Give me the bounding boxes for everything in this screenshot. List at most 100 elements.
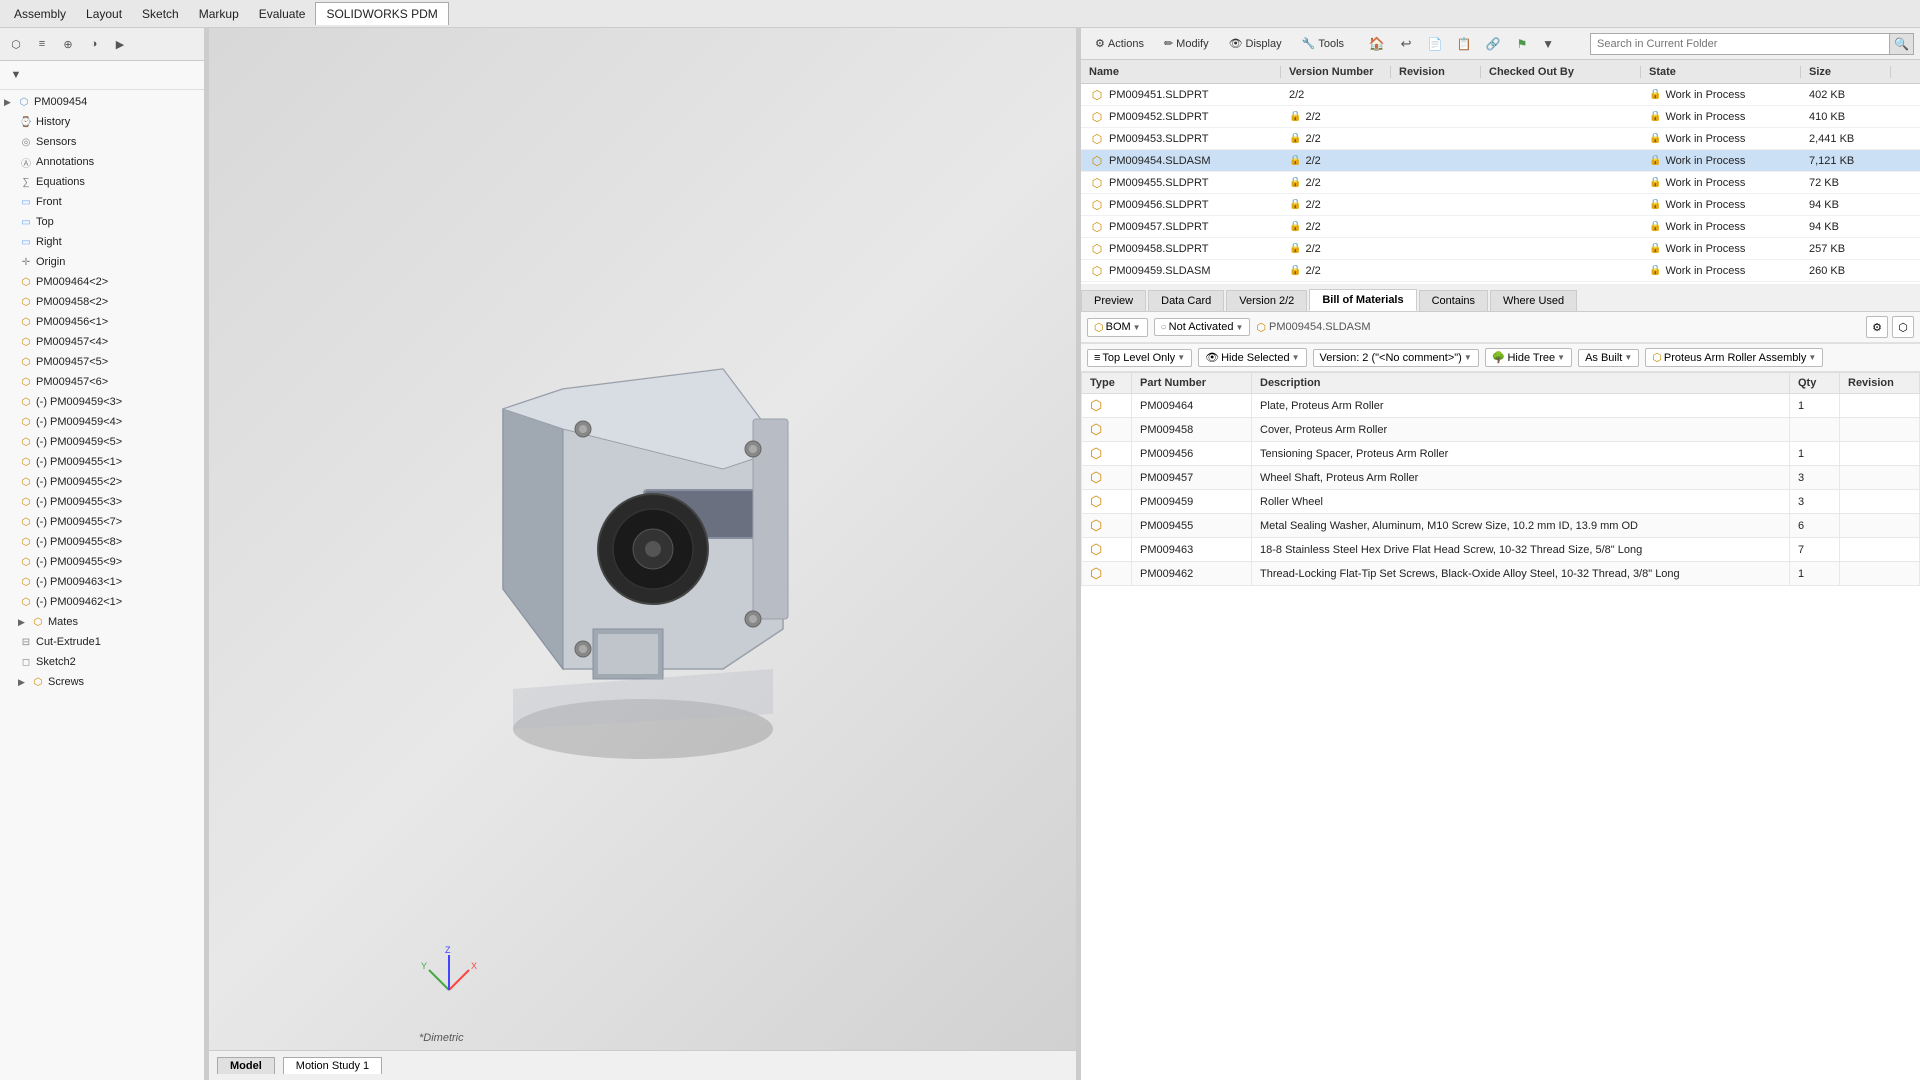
tab-preview[interactable]: Preview — [1081, 290, 1146, 311]
tree-item-screws[interactable]: ▶ ⬡ Screws — [2, 672, 202, 692]
tree-item-pm009456[interactable]: ⬡ PM009456<1> — [2, 312, 202, 332]
panel-icon-view[interactable]: ⬡ — [4, 32, 28, 56]
tree-root[interactable]: ▶ ⬡ PM009454 — [2, 92, 202, 112]
panel-icon-color[interactable]: ◑ — [82, 32, 106, 56]
pdm-tools-btn[interactable]: 🔧 Tools — [1294, 35, 1352, 52]
menu-solidworks-pdm[interactable]: SOLIDWORKS PDM — [315, 2, 448, 25]
menu-sketch[interactable]: Sketch — [132, 3, 189, 25]
bom-qty-2: 1 — [1790, 442, 1840, 466]
tree-item-annotations[interactable]: Ⓐ Annotations — [2, 152, 202, 172]
pdm-back-icon[interactable]: ↩ — [1393, 31, 1419, 57]
tree-item-pm009455-8[interactable]: ⬡ (-) PM009455<8> — [2, 532, 202, 552]
tree-item-origin[interactable]: ✛ Origin — [2, 252, 202, 272]
tree-item-pm009459-3[interactable]: ⬡ (-) PM009459<3> — [2, 392, 202, 412]
tree-item-pm009459-4[interactable]: ⬡ (-) PM009459<4> — [2, 412, 202, 432]
bom-dropdown-btn[interactable]: ⬡ BOM ▼ — [1087, 318, 1148, 337]
feature-tree[interactable]: ▶ ⬡ PM009454 ⌚ History ◎ Sensors Ⓐ Annot… — [0, 90, 204, 1080]
pdm-home-icon[interactable]: 🏠 — [1364, 31, 1390, 57]
tree-item-top[interactable]: ▭ Top — [2, 212, 202, 232]
tab-contains[interactable]: Contains — [1419, 290, 1488, 311]
hide-tree-dropdown[interactable]: 🌳 Hide Tree ▼ — [1485, 348, 1572, 367]
tree-item-mates[interactable]: ▶ ⬡ Mates — [2, 612, 202, 632]
panel-icon-arrow[interactable]: ▶ — [108, 32, 132, 56]
tree-item-pm009458[interactable]: ⬡ PM009458<2> — [2, 292, 202, 312]
not-activated-dropdown[interactable]: ○ Not Activated ▼ — [1154, 318, 1251, 336]
tree-item-front[interactable]: ▭ Front — [2, 192, 202, 212]
bom-table-area[interactable]: Type Part Number Description Qty Revisio… — [1081, 372, 1920, 1080]
tab-version[interactable]: Version 2/2 — [1226, 290, 1307, 311]
bom-qty-4: 3 — [1790, 490, 1840, 514]
file-row-2[interactable]: ⬡PM009453.SLDPRT 🔒2/2 🔒Work in Process 2… — [1081, 128, 1920, 150]
tab-datacard[interactable]: Data Card — [1148, 290, 1224, 311]
tab-motion-study[interactable]: Motion Study 1 — [283, 1057, 382, 1074]
file-row-6[interactable]: ⬡PM009457.SLDPRT 🔒2/2 🔒Work in Process 9… — [1081, 216, 1920, 238]
menu-assembly[interactable]: Assembly — [4, 3, 76, 25]
pdm-modify-btn[interactable]: ✏ Modify — [1156, 35, 1217, 52]
tree-item-pm009457-5[interactable]: ⬡ PM009457<5> — [2, 352, 202, 372]
file-row-3[interactable]: ⬡PM009454.SLDASM 🔒2/2 🔒Work in Process 7… — [1081, 150, 1920, 172]
tree-item-pm009455-2[interactable]: ⬡ (-) PM009455<2> — [2, 472, 202, 492]
tree-item-pm009457-6[interactable]: ⬡ PM009457<6> — [2, 372, 202, 392]
top-level-dropdown[interactable]: ≡ Top Level Only ▼ — [1087, 349, 1192, 367]
panel-icon-list[interactable]: ≡ — [30, 32, 54, 56]
bom-row-0[interactable]: ⬡ PM009464 Plate, Proteus Arm Roller 1 — [1082, 394, 1920, 418]
tree-item-sketch2[interactable]: ◻ Sketch2 — [2, 652, 202, 672]
tree-item-pm009455-7[interactable]: ⬡ (-) PM009455<7> — [2, 512, 202, 532]
tree-item-pm009463-1[interactable]: ⬡ (-) PM009463<1> — [2, 572, 202, 592]
pdm-actions-btn[interactable]: ⚙ Actions — [1087, 35, 1152, 52]
assembly-name-dropdown[interactable]: ⬡ Proteus Arm Roller Assembly ▼ — [1645, 348, 1823, 367]
bom-row-3[interactable]: ⬡ PM009457 Wheel Shaft, Proteus Arm Roll… — [1082, 466, 1920, 490]
tree-item-cutextrude[interactable]: ⊟ Cut-Extrude1 — [2, 632, 202, 652]
bom-settings-btn[interactable]: ⚙ — [1866, 316, 1888, 338]
pdm-doc-icon[interactable]: 📄 — [1422, 31, 1448, 57]
pdm-copy-icon[interactable]: 📋 — [1451, 31, 1477, 57]
tree-item-pm009455-9[interactable]: ⬡ (-) PM009455<9> — [2, 552, 202, 572]
menu-evaluate[interactable]: Evaluate — [249, 3, 316, 25]
bom-row-6[interactable]: ⬡ PM009463 18-8 Stainless Steel Hex Driv… — [1082, 538, 1920, 562]
tree-item-history[interactable]: ⌚ History — [2, 112, 202, 132]
bom-row-7[interactable]: ⬡ PM009462 Thread-Locking Flat-Tip Set S… — [1082, 562, 1920, 586]
search-button[interactable]: 🔍 — [1890, 33, 1914, 55]
as-built-dropdown[interactable]: As Built ▼ — [1578, 349, 1639, 367]
file-row-0[interactable]: ⬡PM009451.SLDPRT 2/2 🔒Work in Process 40… — [1081, 84, 1920, 106]
menu-markup[interactable]: Markup — [189, 3, 249, 25]
file-row-4[interactable]: ⬡PM009455.SLDPRT 🔒2/2 🔒Work in Process 7… — [1081, 172, 1920, 194]
part-icon-9: ⬡ — [18, 434, 34, 450]
tree-item-pm009455-3[interactable]: ⬡ (-) PM009455<3> — [2, 492, 202, 512]
tab-bom[interactable]: Bill of Materials — [1309, 289, 1416, 311]
bom-export-btn[interactable]: ⬡ — [1892, 316, 1914, 338]
tree-item-pm009459-5[interactable]: ⬡ (-) PM009459<5> — [2, 432, 202, 452]
file-row-7[interactable]: ⬡PM009458.SLDPRT 🔒2/2 🔒Work in Process 2… — [1081, 238, 1920, 260]
bom-row-5[interactable]: ⬡ PM009455 Metal Sealing Washer, Aluminu… — [1082, 514, 1920, 538]
file-row-8[interactable]: ⬡PM009459.SLDASM 🔒2/2 🔒Work in Process 2… — [1081, 260, 1920, 282]
hide-selected-dropdown[interactable]: 👁 Hide Selected ▼ — [1198, 348, 1306, 367]
pdm-dropdown-icon[interactable]: ▼ — [1538, 31, 1558, 57]
right-icon: ▭ — [18, 234, 34, 250]
filter-icon[interactable]: ▼ — [4, 63, 28, 87]
tree-item-right[interactable]: ▭ Right — [2, 232, 202, 252]
tree-item-pm009455-1[interactable]: ⬡ (-) PM009455<1> — [2, 452, 202, 472]
pdm-flag-icon[interactable]: ⚑ — [1509, 31, 1535, 57]
file-row-1[interactable]: ⬡PM009452.SLDPRT 🔒2/2 🔒Work in Process 4… — [1081, 106, 1920, 128]
menu-layout[interactable]: Layout — [76, 3, 132, 25]
tab-whereused[interactable]: Where Used — [1490, 290, 1577, 311]
pdm-link-icon[interactable]: 🔗 — [1480, 31, 1506, 57]
tab-model[interactable]: Model — [217, 1057, 275, 1074]
tree-item-pm009462-1[interactable]: ⬡ (-) PM009462<1> — [2, 592, 202, 612]
file-row-5[interactable]: ⬡PM009456.SLDPRT 🔒2/2 🔒Work in Process 9… — [1081, 194, 1920, 216]
col-qty: Qty — [1790, 373, 1840, 394]
bom-row-4[interactable]: ⬡ PM009459 Roller Wheel 3 — [1082, 490, 1920, 514]
bom-rev-3 — [1840, 466, 1920, 490]
version-dropdown[interactable]: Version: 2 ("<No comment>") ▼ — [1313, 349, 1479, 367]
tree-item-sensors[interactable]: ◎ Sensors — [2, 132, 202, 152]
bom-row-1[interactable]: ⬡ PM009458 Cover, Proteus Arm Roller — [1082, 418, 1920, 442]
bom-row-2[interactable]: ⬡ PM009456 Tensioning Spacer, Proteus Ar… — [1082, 442, 1920, 466]
tree-item-pm009464[interactable]: ⬡ PM009464<2> — [2, 272, 202, 292]
3d-viewport[interactable]: X Y Z — [209, 28, 1076, 1050]
tree-item-pm009457-4[interactable]: ⬡ PM009457<4> — [2, 332, 202, 352]
search-input[interactable] — [1590, 33, 1890, 55]
tree-item-equations[interactable]: ∑ Equations — [2, 172, 202, 192]
panel-icon-target[interactable]: ⊕ — [56, 32, 80, 56]
pdm-display-btn[interactable]: 👁 Display — [1221, 35, 1290, 52]
root-label: PM009454 — [34, 96, 87, 108]
